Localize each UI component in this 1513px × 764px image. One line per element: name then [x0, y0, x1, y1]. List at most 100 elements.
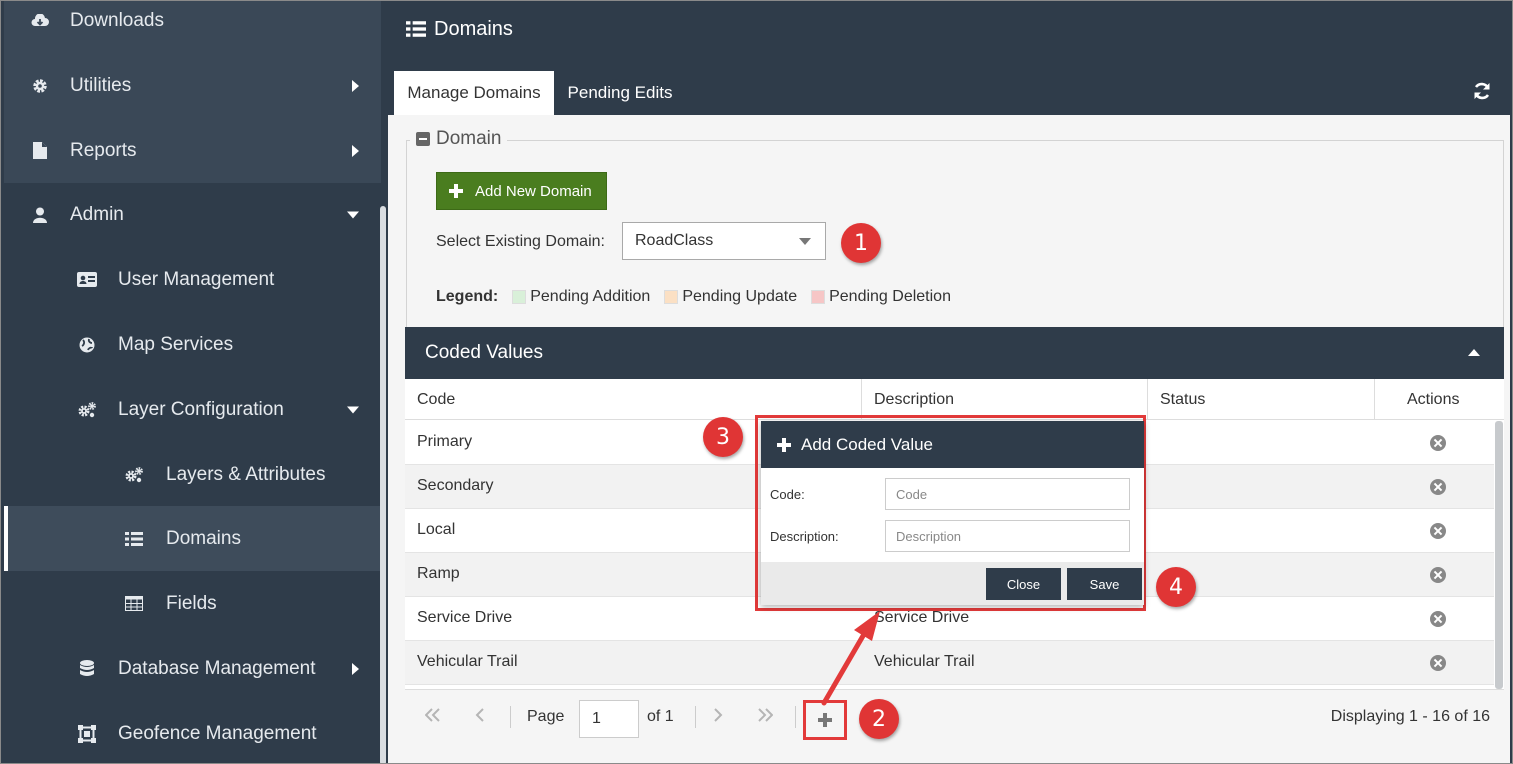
gears-icon [124, 465, 144, 485]
sidebar-item-label: Map Services [118, 333, 234, 355]
delete-icon[interactable] [1430, 655, 1446, 671]
delete-icon[interactable] [1430, 479, 1446, 495]
code-input[interactable]: Code [885, 478, 1130, 510]
description-input[interactable]: Description [885, 520, 1130, 552]
legend-swatch [811, 290, 826, 304]
pager-separator [695, 706, 696, 728]
sidebar-item-label: Geofence Management [118, 722, 317, 744]
domains-panel: Manage Domains Pending Edits Domain Add … [388, 63, 1510, 763]
page-header: Domains [386, 1, 1512, 57]
legend-swatch [664, 290, 679, 304]
description-label: Description: [770, 529, 839, 544]
sidebar-item-user-management[interactable]: User Management [4, 247, 381, 312]
page-label: Page [527, 708, 565, 725]
add-new-domain-button[interactable]: Add New Domain [436, 172, 607, 210]
refresh-icon[interactable] [1472, 81, 1492, 101]
legend-swatch [512, 290, 527, 304]
sidebar-item-label: Reports [70, 139, 137, 161]
sidebar-item-reports[interactable]: Reports [4, 118, 381, 183]
delete-icon[interactable] [1430, 435, 1446, 451]
column-header-description[interactable]: Description [862, 379, 1148, 420]
sidebar-item-admin[interactable]: Admin [4, 182, 381, 247]
column-header-status[interactable]: Status [1148, 379, 1375, 420]
first-page-icon[interactable] [424, 708, 441, 727]
grid-scrollbar[interactable] [1495, 421, 1503, 689]
download-icon [30, 11, 50, 31]
save-button[interactable]: Save [1067, 568, 1142, 600]
last-page-icon[interactable] [757, 708, 774, 727]
legend-item-pending-addition: Pending Addition [512, 288, 650, 306]
pager: Page 1 of 1 Displaying 1 - 16 of 16 [405, 689, 1504, 747]
grid-header: Code Description Status Actions [405, 379, 1504, 420]
sidebar-item-label: Domains [166, 527, 241, 549]
sidebar-item-label: User Management [118, 268, 275, 290]
sidebar: Downloads Utilities Reports Admin User M… [4, 1, 381, 763]
sidebar-item-label: Layers & Attributes [166, 463, 326, 485]
prev-page-icon[interactable] [475, 708, 485, 727]
legend-item-label: Pending Deletion [829, 288, 951, 305]
legend-item-label: Pending Addition [530, 288, 651, 305]
sidebar-item-domains[interactable]: Domains [4, 506, 381, 571]
domain-section-title[interactable]: Domain [410, 128, 508, 150]
cell-description: Vehicular Trail [874, 653, 975, 670]
page-number-input[interactable]: 1 [579, 700, 639, 738]
sidebar-item-layer-configuration[interactable]: Layer Configuration [4, 377, 381, 442]
column-header-code[interactable]: Code [405, 379, 862, 420]
sidebar-item-database-management[interactable]: Database Management [4, 636, 381, 701]
delete-icon[interactable] [1430, 567, 1446, 583]
cell-description: Service Drive [874, 609, 970, 626]
app-window: Downloads Utilities Reports Admin User M… [0, 0, 1513, 764]
pager-separator [795, 706, 796, 728]
chevron-down-icon [347, 406, 359, 413]
displaying-count: Displaying 1 - 16 of 16 [1330, 708, 1490, 725]
sidebar-item-utilities[interactable]: Utilities [4, 53, 381, 118]
file-icon [30, 141, 50, 161]
code-label: Code: [770, 487, 805, 502]
sidebar-item-label: Layer Configuration [118, 398, 284, 420]
chevron-up-icon[interactable] [1468, 349, 1480, 356]
page-count-label: of 1 [647, 708, 674, 725]
user-icon [30, 205, 50, 225]
domain-select[interactable]: RoadClass [622, 222, 826, 260]
sidebar-item-fields[interactable]: Fields [4, 571, 381, 636]
main-content: Domains Manage Domains Pending Edits Dom… [386, 1, 1512, 763]
gears-icon [77, 400, 97, 420]
table-icon [124, 594, 144, 614]
plus-icon [777, 437, 791, 452]
sidebar-item-downloads[interactable]: Downloads [4, 1, 381, 53]
legend-item-pending-deletion: Pending Deletion [811, 288, 951, 306]
legend-item-label: Pending Update [682, 288, 798, 305]
collapse-icon[interactable] [416, 132, 430, 146]
gear-icon [30, 76, 50, 96]
page-title: Domains [434, 18, 513, 40]
globe-icon [77, 335, 97, 355]
delete-icon[interactable] [1430, 611, 1446, 627]
cell-code: Secondary [417, 477, 494, 494]
sidebar-item-map-services[interactable]: Map Services [4, 312, 381, 377]
close-button[interactable]: Close [986, 568, 1061, 600]
tab-pending-edits[interactable]: Pending Edits [560, 71, 680, 115]
cell-code: Vehicular Trail [417, 653, 518, 670]
chevron-down-icon [347, 211, 359, 218]
table-row[interactable]: Vehicular Trail Vehicular Trail [405, 641, 1494, 685]
sidebar-item-label: Database Management [118, 657, 316, 679]
chevron-down-icon [799, 238, 811, 245]
callout-1: 1 [841, 223, 881, 263]
chevron-right-icon [352, 144, 359, 157]
callout-3: 3 [703, 417, 743, 457]
callout-4: 4 [1156, 567, 1196, 607]
cell-code: Ramp [417, 565, 460, 582]
next-page-icon[interactable] [713, 708, 723, 727]
sidebar-item-layers-attributes[interactable]: Layers & Attributes [4, 442, 381, 507]
pager-separator [510, 706, 511, 728]
dialog-footer: Close Save [761, 562, 1144, 605]
id-card-icon [77, 270, 97, 290]
chevron-right-icon [352, 79, 359, 92]
dialog-header: Add Coded Value [761, 421, 1144, 468]
legend-item-pending-update: Pending Update [664, 288, 797, 306]
tab-manage-domains[interactable]: Manage Domains [394, 71, 554, 115]
delete-icon[interactable] [1430, 523, 1446, 539]
cell-code: Service Drive [417, 609, 513, 626]
sidebar-item-geofence-management[interactable]: Geofence Management [4, 701, 381, 763]
add-coded-value-button[interactable] [803, 700, 847, 740]
